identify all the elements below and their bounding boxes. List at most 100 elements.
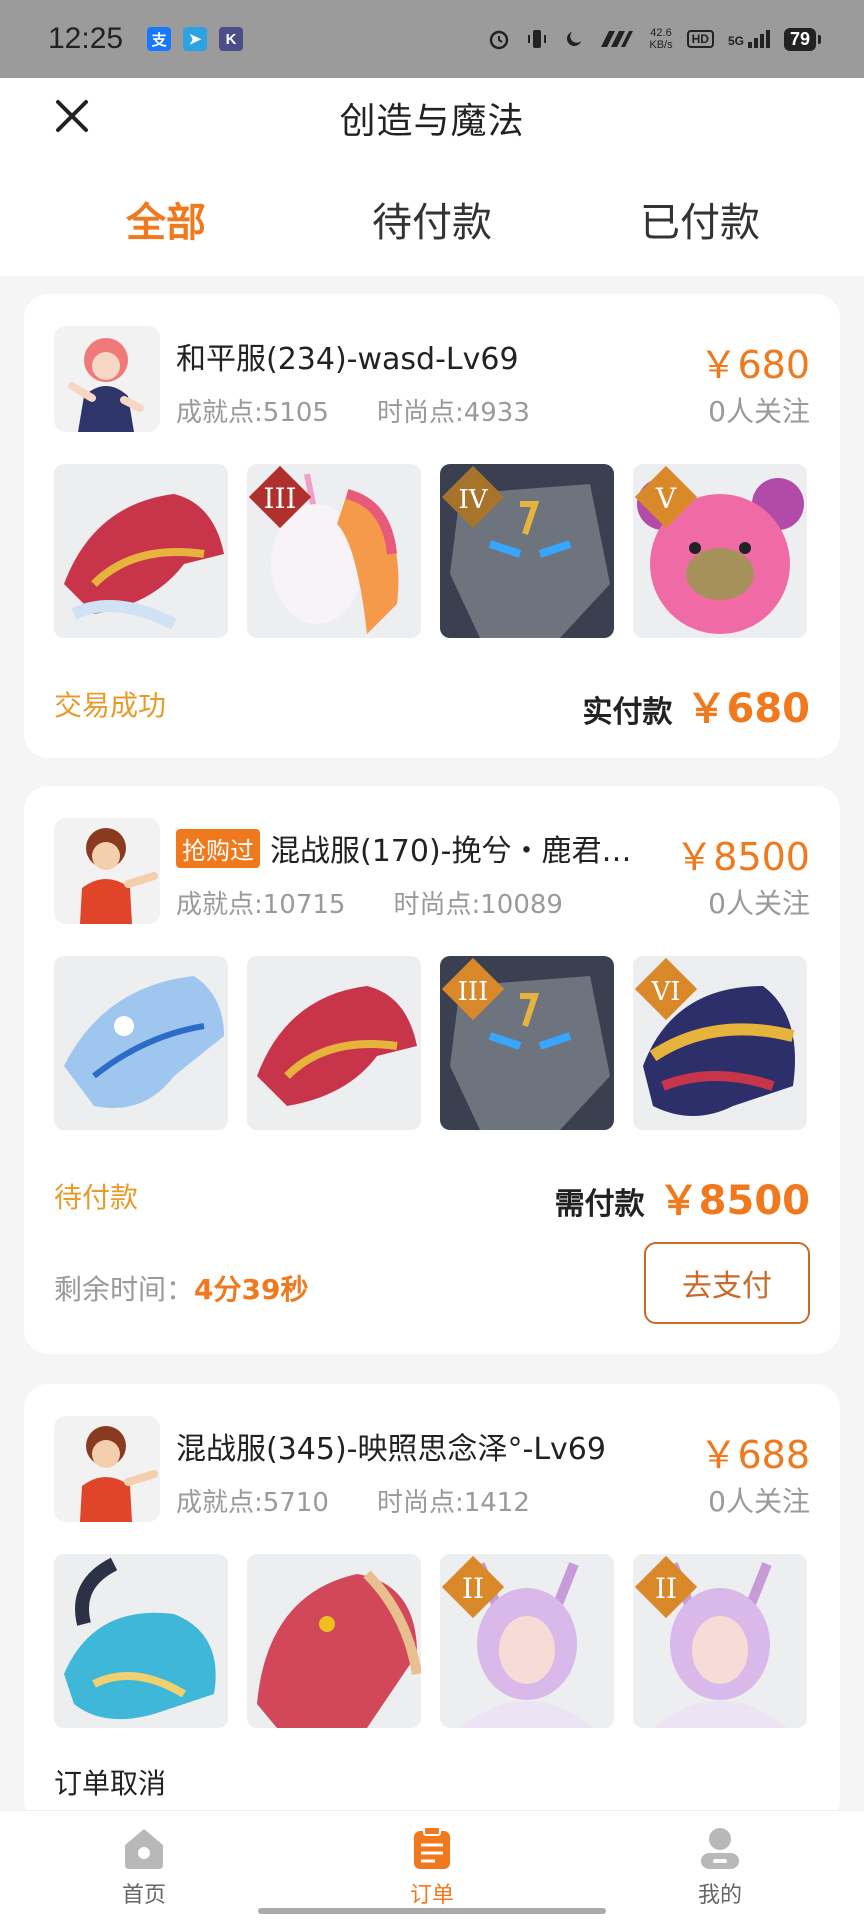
account-stats: 成就点:5710 时尚点:1412 [176,1482,530,1519]
payment-summary: 需付款 ￥8500 [555,1168,810,1226]
tier-label: II [462,1572,484,1605]
item-thumb-red-dragon[interactable] [247,956,421,1130]
nav-label-profile: 我的 [697,1883,742,1908]
item-thumb-unicorn[interactable]: III [247,464,421,638]
nav-label-home: 首页 [121,1883,166,1908]
page-header: 创造与魔法 全部 待付款 已付款 [0,78,864,276]
order-icon [414,1826,450,1869]
network-type: 5G [727,34,744,48]
card-title-row: 和平服(234)-wasd-Lv69 [176,334,676,378]
server-name: 混战服(345)-映照思念泽°-Lv69 [176,1432,606,1467]
item-thumb-red-dragon[interactable] [54,464,228,638]
hd-badge: HD [686,30,714,48]
dragon-icon [257,986,417,1106]
item-thumb-gold-dragon[interactable]: VI [633,956,807,1130]
card-title-row: 混战服(345)-映照思念泽°-Lv69 [176,1424,676,1468]
nav-label-orders: 订单 [409,1883,454,1908]
order-status: 待付款 [54,1181,139,1214]
follower-count: 0人关注 [708,395,810,428]
vibrate-icon [528,30,547,48]
server-name: 和平服(234)-wasd-Lv69 [176,342,519,377]
character-avatar-icon [80,1426,158,1522]
home-icon [125,1829,163,1869]
tier-badge-icon: III [441,957,505,1021]
telegram-icon: ➤ [183,27,208,51]
moon-icon [567,31,582,47]
pay-now-button[interactable]: 去支付 [644,1242,810,1324]
battery-indicator: 79 [783,27,822,51]
order-tabs: 全部 待付款 已付款 [0,190,864,254]
item-thumb-blue-dragon[interactable] [54,1554,228,1728]
order-card[interactable]: 混战服(345)-映照思念泽°-Lv69 成就点:5710 时尚点:1412 ￥6… [24,1384,840,1824]
tier-label: VI [650,977,680,1007]
fashion-points: 时尚点:1412 [376,1488,530,1518]
tier-label: IV [458,485,488,515]
account-stats: 成就点:5105 时尚点:4933 [176,392,530,429]
achievement-points: 成就点:10715 [176,890,346,920]
card-title-row: 抢购过 混战服(170)-挽兮・鹿君… [176,826,676,870]
order-card[interactable]: 抢购过 混战服(170)-挽兮・鹿君… 成就点:10715 时尚点:10089 ￥… [24,786,840,1354]
fashion-points: 时尚点:10089 [393,890,563,920]
tier-label: V [655,482,677,515]
nav-item-home[interactable]: 首页 [94,1825,194,1909]
remaining-time-value: 4分39秒 [194,1273,309,1306]
item-thumb-fox-girl[interactable]: II [633,1554,807,1728]
item-thumb-ice-dragon[interactable] [54,956,228,1130]
character-avatar-icon [80,828,158,924]
tier-label: III [263,482,296,515]
due-amount: ￥8500 [658,1178,810,1224]
status-indicators: 42.6 KB/s HD 5G 79 [487,27,822,51]
remaining-time-label: 剩余时间： [54,1273,195,1306]
alarm-icon [490,30,509,50]
paid-amount: ￥680 [686,686,811,732]
tier-badge-icon: III [248,465,312,529]
rush-purchase-badge: 抢购过 [176,828,260,868]
tab-paid[interactable]: 已付款 [640,190,760,248]
listing-price: ￥8500 [675,835,810,879]
status-app-icons: 支 ➤ K [147,27,244,51]
page-title: 创造与魔法 [339,101,525,142]
alipay-icon: 支 [147,27,172,51]
payment-summary: 实付款 ￥680 [583,676,811,734]
tab-all[interactable]: 全部 [126,190,206,248]
items-row: III IV V [54,464,807,638]
signal-icon: 5G [728,30,770,48]
items-row: III VI [54,956,807,1130]
item-thumb-pink-bear[interactable]: V [633,464,807,638]
character-avatar-icon [68,338,144,432]
nav-item-orders[interactable]: 订单 [382,1825,482,1909]
home-indicator[interactable] [258,1908,606,1914]
item-thumb-fox-girl[interactable]: II [440,1554,614,1728]
item-thumb-red-lizard[interactable] [247,1554,421,1728]
k-app-icon: K [219,27,244,51]
order-status: 交易成功 [54,689,167,722]
bottom-nav: 首页 订单 我的 [0,1810,864,1920]
achievement-points: 成就点:5710 [176,1488,329,1518]
avatar [54,818,160,924]
items-row: II II [54,1554,807,1728]
net-speed-unit: KB/s [649,39,673,51]
order-card[interactable]: 和平服(234)-wasd-Lv69 成就点:5105 时尚点:4933 ￥680… [24,294,840,758]
fashion-points: 时尚点:4933 [376,398,530,428]
item-thumb-mecha[interactable]: IV [440,464,614,638]
dragon-icon [64,494,224,630]
dragon-icon [64,1557,216,1720]
tier-badge-icon: V [634,465,698,529]
item-thumb-mecha[interactable]: III [440,956,614,1130]
server-name: 混战服(170)-挽兮・鹿君… [270,834,632,869]
listing-price: ￥680 [699,343,810,387]
achievement-points: 成就点:5105 [176,398,329,428]
account-stats: 成就点:10715 时尚点:10089 [176,884,563,921]
net-speed-value: 42.6 [650,27,672,39]
tab-pending-payment[interactable]: 待付款 [372,190,492,248]
tier-label: III [458,977,489,1007]
paid-label: 实付款 [582,695,673,730]
nav-item-profile[interactable]: 我的 [670,1825,770,1909]
profile-icon [701,1828,739,1869]
listing-price: ￥688 [699,1433,810,1477]
avatar [54,1416,160,1522]
follower-count: 0人关注 [708,887,810,920]
tier-badge-icon: IV [441,465,505,529]
lizard-icon [257,1570,421,1728]
due-label: 需付款 [554,1187,645,1222]
